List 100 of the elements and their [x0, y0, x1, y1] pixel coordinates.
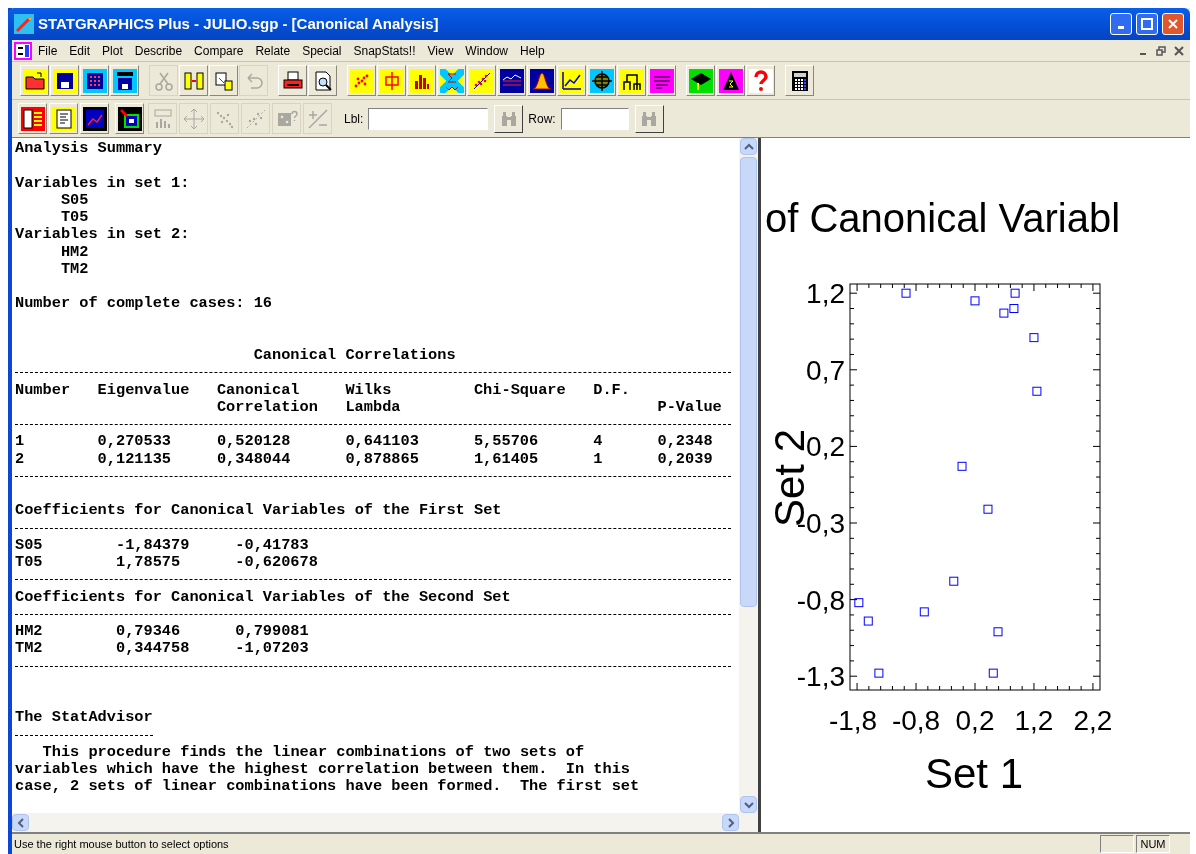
table-cell: 0,799081 [235, 623, 309, 641]
scroll-right-button[interactable] [722, 814, 739, 831]
variables-label: Variables in set 1: [15, 174, 190, 192]
trend-icon [559, 68, 584, 93]
status-message: Use the right mouse button to select options [13, 836, 229, 852]
table-cell: 0,348044 [216, 450, 291, 468]
menu-item[interactable]: Compare [188, 41, 250, 60]
binoculars-icon [499, 110, 518, 127]
variable-name: HM2 [60, 243, 89, 261]
field-label: Lbl: [344, 110, 364, 128]
line-chart-icon [82, 106, 107, 131]
close-icon [1167, 18, 1179, 30]
table-title: Coefficients for Canonical Variables of the First Set [15, 502, 502, 520]
status-indicator: NUM [1136, 835, 1170, 853]
menu-item[interactable]: Special [296, 41, 348, 60]
bell-curve-icon [529, 68, 554, 93]
maximize-icon [1141, 18, 1153, 30]
menu-item[interactable]: Describe [128, 41, 189, 60]
minimize-icon [1118, 26, 1124, 29]
vertical-scrollbar[interactable] [739, 138, 758, 813]
table-cell: 0,878865 [345, 450, 419, 468]
table-cell: S05 [15, 536, 43, 554]
column-header: Eigenvalue [97, 381, 190, 399]
column-header: D.F. [593, 381, 630, 399]
column-header: Wilks [345, 381, 392, 399]
question-icon [748, 68, 773, 93]
label-field[interactable] [368, 107, 489, 130]
table-title: Canonical Correlations [253, 347, 456, 365]
restore-icon [1156, 45, 1166, 56]
tick-label: 0,7 [806, 354, 845, 386]
table-cell: 1 [15, 433, 25, 451]
table-cell: 0,270533 [97, 433, 172, 451]
table-cell: 0,2039 [657, 450, 713, 468]
column-header: Chi-Square [473, 381, 566, 399]
column-header: Canonical [216, 381, 300, 399]
table-cell: 0,344758 [115, 640, 190, 658]
chart-title: of Canonical Variabl [765, 196, 1121, 240]
scatter-icon [469, 68, 494, 93]
column-header: Lambda [345, 398, 401, 416]
tick-label: -1,3 [796, 661, 845, 693]
close-button[interactable] [1162, 13, 1184, 35]
panel-icon [20, 106, 45, 131]
dendrogram-icon [619, 68, 644, 93]
horizontal-scrollbar[interactable] [12, 813, 758, 832]
table-cell: 1,61405 [473, 450, 539, 468]
menu-item[interactable]: Plot [96, 41, 129, 60]
document-icon [51, 106, 76, 131]
table-cell: 0,2348 [657, 433, 713, 451]
row-field[interactable] [560, 107, 629, 130]
minimize-icon [1140, 53, 1146, 55]
menu-item[interactable]: View [421, 41, 460, 60]
minimize-button[interactable] [1110, 13, 1132, 35]
tick-label: 0,2 [955, 705, 995, 736]
table-cell: 2 [15, 450, 25, 468]
maximize-button[interactable] [1136, 13, 1158, 35]
advisor-heading: The StatAdvisor [15, 709, 153, 727]
histogram-icon [409, 68, 434, 93]
tick-label: -0,8 [796, 584, 845, 616]
table-cell: 1,78575 [115, 554, 181, 572]
crosshair-icon [589, 68, 614, 93]
binoculars-icon [640, 110, 659, 127]
window-title: STATGRAPHICS Plus - JULIO.sgp - [Canonical Analysis] [38, 13, 439, 34]
find-button[interactable] [634, 104, 664, 133]
tick-label: 2,2 [1073, 705, 1113, 736]
menu-item[interactable]: Edit [63, 41, 97, 60]
table-cell: HM2 [15, 623, 43, 641]
table-cell: 0,121135 [97, 450, 172, 468]
table-cell: T05 [15, 554, 43, 572]
table-cell: 0,641103 [345, 433, 419, 451]
scroll-left-button[interactable] [12, 814, 29, 831]
cases-count: Number of complete cases: 16 [15, 295, 273, 313]
close-icon [1174, 45, 1184, 56]
sigma-icon [439, 68, 464, 93]
find-button[interactable] [494, 104, 524, 133]
table-cell: -1,84379 [115, 536, 190, 554]
table-title: Coefficients for Canonical Variables of the Second Set [15, 588, 511, 606]
table-cell: -0,41783 [235, 536, 309, 554]
document-icon [14, 41, 32, 60]
scroll-up-button[interactable] [740, 138, 757, 155]
table-cell: 1 [593, 450, 603, 468]
scroll-down-button[interactable] [740, 796, 757, 813]
axis-title: Set 1 [924, 750, 1024, 797]
menu-item[interactable]: File [32, 41, 64, 60]
menu-item[interactable]: SnapStats!! [347, 41, 422, 60]
field-label: Row: [528, 110, 556, 128]
grid-icon [82, 68, 107, 93]
scrollbar-thumb[interactable] [740, 157, 757, 607]
tick-label: 0,2 [806, 431, 845, 463]
menu-item[interactable]: Relate [249, 41, 297, 60]
column-header: P-Value [657, 398, 722, 416]
advisor-paragraph: This procedure finds the linear combinations of two sets of variables which have the highest correlation between them. In this case, 2 sets of linear combinations have been formed. The first set [15, 743, 640, 796]
tick-label: 1,2 [806, 278, 845, 310]
menu-item[interactable]: Window [459, 41, 514, 60]
app-icon [14, 14, 34, 34]
line-chart-icon [499, 68, 524, 93]
variable-name: S05 [60, 191, 89, 209]
variables-label: Variables in set 2: [15, 226, 190, 244]
tick-label: -1,8 [828, 705, 878, 736]
menu-item[interactable]: Help [514, 41, 551, 60]
column-header: Number [15, 381, 71, 399]
